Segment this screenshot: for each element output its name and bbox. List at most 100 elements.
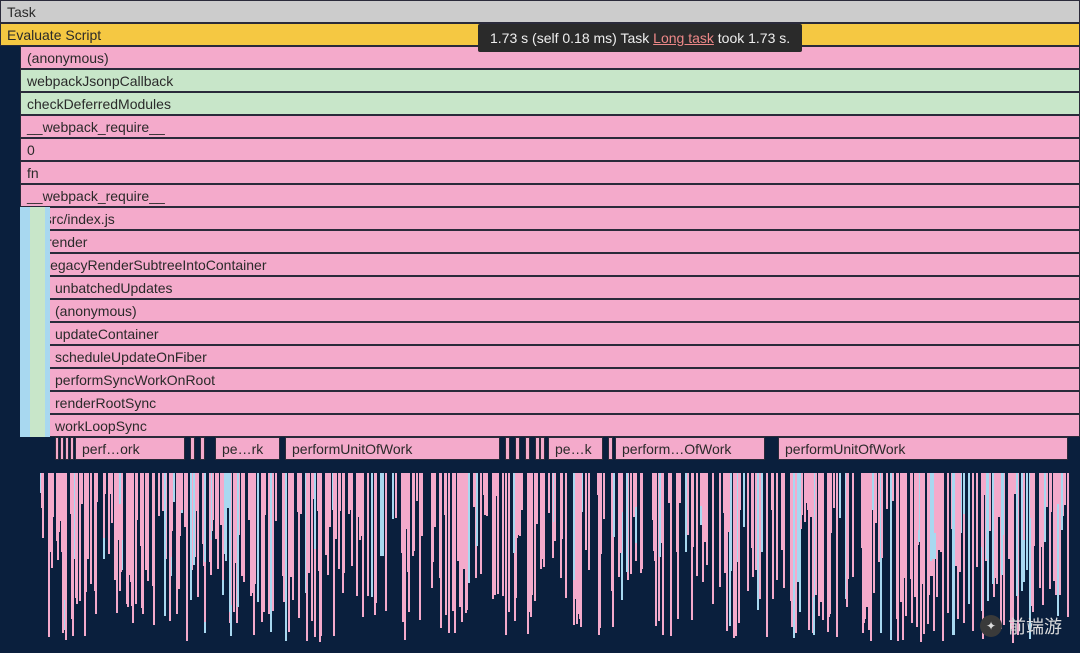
flame-deep-stripe xyxy=(458,473,460,496)
flame-deep-stripe xyxy=(976,473,978,567)
flame-deep-stripe xyxy=(719,473,721,587)
flame-deep-stripe xyxy=(86,473,88,499)
flame-deep-stripe xyxy=(212,473,214,520)
flame-frame[interactable]: perform…OfWork xyxy=(615,437,765,460)
flame-frame[interactable]: performSyncWorkOnRoot xyxy=(48,368,1080,391)
frame-label: render xyxy=(47,234,87,250)
flame-frame[interactable]: workLoopSync xyxy=(48,414,1080,437)
flame-deep-stripe xyxy=(905,473,907,509)
flame-deep-stripe xyxy=(412,473,414,556)
flame-deep-stripe xyxy=(542,473,544,559)
flame-deep-stripe xyxy=(755,473,757,570)
flame-deep-stripe xyxy=(531,473,533,595)
flame-deep-stripe xyxy=(327,473,329,530)
flame-deep-stripe xyxy=(367,473,369,596)
flame-frame[interactable]: render xyxy=(40,230,1080,253)
flame-frame[interactable]: Task xyxy=(0,0,1080,23)
flame-frame[interactable]: __webpack_require__ xyxy=(20,115,1080,138)
flame-deep-stripe xyxy=(968,473,970,604)
flame-sliver[interactable] xyxy=(60,437,64,460)
flame-deep-stripe xyxy=(783,473,785,588)
flame-frame[interactable]: 0 xyxy=(20,138,1080,161)
indent-stripe xyxy=(45,230,50,253)
flame-deep-stripe xyxy=(989,473,991,531)
flame-frame[interactable]: (anonymous) xyxy=(48,299,1080,322)
flame-deep-stripe xyxy=(197,473,199,597)
flame-sliver[interactable] xyxy=(525,437,530,460)
flame-deep-stripe xyxy=(613,473,615,537)
flame-deep-stripe xyxy=(963,473,965,514)
flame-deep-stripe xyxy=(52,473,54,517)
flame-deep-stripe xyxy=(497,473,499,594)
flame-frame[interactable]: legacyRenderSubtreeIntoContainer xyxy=(40,253,1080,276)
flame-deep-stripe xyxy=(480,473,482,574)
flame-deep-stripe xyxy=(981,473,983,547)
flame-deep-stripe xyxy=(839,473,841,518)
flame-deep-stripe xyxy=(454,473,456,633)
flame-deep-stripe xyxy=(395,473,397,518)
flame-deep-stripe xyxy=(872,473,874,510)
flame-deep-stripe xyxy=(169,473,171,621)
flame-deep-stripe xyxy=(529,473,531,612)
frame-label: updateContainer xyxy=(55,326,159,342)
flame-frame[interactable]: __webpack_require__ xyxy=(20,184,1080,207)
flame-deep-stripe xyxy=(254,473,256,584)
flame-frame[interactable]: scheduleUpdateOnFiber xyxy=(48,345,1080,368)
flame-sliver[interactable] xyxy=(55,437,59,460)
flame-deep-stripe xyxy=(90,473,92,584)
flame-deep-stripe xyxy=(911,473,913,623)
frame-label: workLoopSync xyxy=(55,418,147,434)
flame-deep-stripe xyxy=(807,473,809,510)
flame-sliver[interactable] xyxy=(540,437,545,460)
tooltip-label: Task xyxy=(620,30,649,46)
flame-deep-stripe xyxy=(288,473,290,595)
flame-deep-stripe xyxy=(585,473,587,550)
flame-sliver[interactable] xyxy=(190,437,195,460)
flame-deep-stripe xyxy=(306,473,308,641)
flame-frame[interactable]: ./src/index.js xyxy=(30,207,1080,230)
frame-label: (anonymous) xyxy=(55,303,137,319)
flame-deep-stripe xyxy=(1067,473,1069,617)
flame-frame[interactable]: fn xyxy=(20,161,1080,184)
flame-deep-stripe xyxy=(922,473,924,584)
flame-deep-stripe xyxy=(790,473,792,601)
flame-deep-stripe xyxy=(1050,473,1052,512)
flame-deep-stripe xyxy=(761,473,763,552)
flame-frame[interactable]: webpackJsonpCallback xyxy=(20,69,1080,92)
indent-stripe xyxy=(45,207,50,230)
flame-deep-stripe xyxy=(691,473,693,620)
flame-sliver[interactable] xyxy=(70,437,74,460)
flame-deep-stripe xyxy=(633,473,635,502)
flame-deep-stripe xyxy=(65,473,67,640)
flame-deep-stripe xyxy=(371,473,373,597)
flame-frame[interactable]: perf…ork xyxy=(75,437,185,460)
flame-sliver[interactable] xyxy=(515,437,520,460)
flame-deep-stripe xyxy=(652,473,654,520)
flame-deep-stripe xyxy=(603,473,605,519)
flame-frame[interactable]: renderRootSync xyxy=(48,391,1080,414)
flame-frame[interactable]: performUnitOfWork xyxy=(285,437,500,460)
flame-deep-stripe xyxy=(739,473,741,510)
flame-frame[interactable]: pe…k xyxy=(548,437,603,460)
flame-frame[interactable]: pe…rk xyxy=(215,437,280,460)
flame-deep-stripe xyxy=(668,473,670,503)
flame-deep-stripe xyxy=(375,473,377,603)
flame-deep-stripe xyxy=(272,473,274,501)
flame-deep-stripe xyxy=(947,473,949,613)
long-task-link[interactable]: Long task xyxy=(653,30,714,46)
flame-deep-stripe xyxy=(799,473,801,520)
flame-frame[interactable]: checkDeferredModules xyxy=(20,92,1080,115)
flame-sliver[interactable] xyxy=(505,437,510,460)
flame-deep-stripe xyxy=(448,473,450,596)
flame-deep-stripe xyxy=(679,473,681,503)
flame-frame[interactable]: updateContainer xyxy=(48,322,1080,345)
flame-sliver[interactable] xyxy=(200,437,205,460)
flame-deep-stripe xyxy=(516,473,518,538)
flame-frame[interactable]: unbatchedUpdates xyxy=(48,276,1080,299)
flame-frame[interactable]: performUnitOfWork xyxy=(778,437,1068,460)
flame-deep-stripe xyxy=(836,473,838,552)
flame-sliver[interactable] xyxy=(608,437,613,460)
frame-label: checkDeferredModules xyxy=(27,96,171,112)
flame-deep-stripe xyxy=(818,473,820,616)
flame-sliver[interactable] xyxy=(65,437,69,460)
